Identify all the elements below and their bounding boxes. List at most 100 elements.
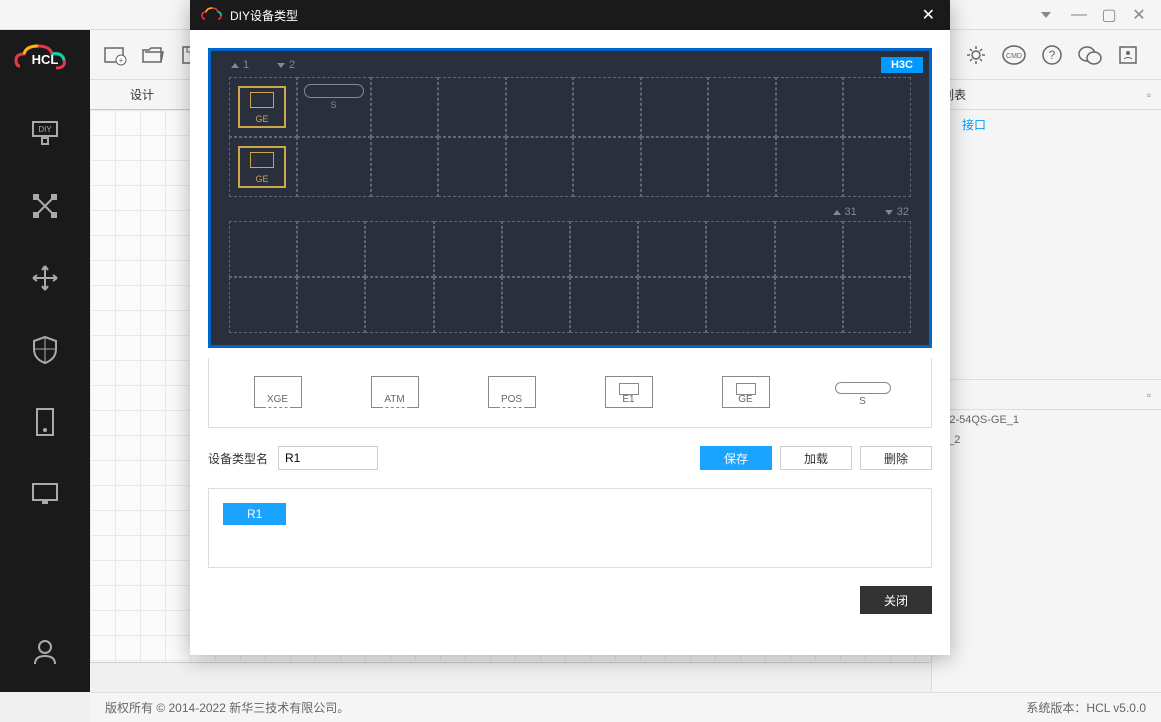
delete-button[interactable]: 删除 [860, 446, 932, 470]
dropdown-icon[interactable] [1041, 12, 1051, 18]
slot[interactable] [502, 277, 570, 333]
collapse-icon[interactable]: ▫ [1147, 88, 1151, 102]
save-button[interactable]: 保存 [700, 446, 772, 470]
user-icon[interactable] [25, 632, 65, 672]
palette-e1[interactable]: E1 [599, 376, 659, 410]
slot[interactable] [776, 137, 844, 197]
slot[interactable] [573, 77, 641, 137]
close-button[interactable]: 关闭 [860, 586, 932, 614]
slot[interactable] [434, 221, 502, 277]
palette-atm[interactable]: ATM [365, 376, 425, 410]
s-port[interactable]: S [304, 84, 364, 114]
wechat-icon[interactable] [1075, 40, 1105, 70]
slot[interactable] [506, 77, 574, 137]
slot[interactable] [775, 221, 843, 277]
help-icon[interactable]: ? [1037, 40, 1067, 70]
collapse-icon-2[interactable]: ▫ [1147, 388, 1151, 402]
: R1 [208, 488, 932, 568]
slot[interactable] [229, 277, 297, 333]
server-icon[interactable] [25, 402, 65, 442]
maximize-button[interactable]: ▢ [1097, 3, 1121, 27]
right-panel-header: 列表 ▫ [932, 80, 1161, 110]
copyright-text: 版权所有 © 2014-2022 新华三技术有限公司。 [105, 699, 349, 716]
slot[interactable] [229, 221, 297, 277]
slot[interactable] [708, 77, 776, 137]
slot[interactable] [502, 221, 570, 277]
slot[interactable]: S [297, 77, 371, 137]
right-panel-link-interface[interactable]: 接口 [932, 110, 1161, 139]
slot[interactable] [708, 137, 776, 197]
cmd-icon[interactable]: CMD [999, 40, 1029, 70]
slot[interactable] [641, 137, 709, 197]
palette-ge[interactable]: GE [716, 376, 776, 410]
feedback-icon[interactable] [1113, 40, 1143, 70]
slot[interactable] [297, 277, 365, 333]
h3c-badge: H3C [881, 57, 923, 73]
slot[interactable] [570, 277, 638, 333]
move-icon[interactable] [25, 258, 65, 298]
slot[interactable] [843, 277, 911, 333]
slot[interactable] [297, 221, 365, 277]
load-button[interactable]: 加载 [780, 446, 852, 470]
device-chassis: H3C 1 2 GE S GE 31 32 [208, 48, 932, 348]
slot[interactable] [573, 137, 641, 197]
ge-port[interactable]: GE [238, 86, 286, 128]
modal-titlebar: DIY设备类型 ✕ [190, 0, 950, 30]
nav-down-icon[interactable] [277, 63, 285, 68]
slot[interactable] [843, 137, 911, 197]
slot-nav-bottom: 31 32 [833, 206, 910, 218]
slot[interactable] [776, 77, 844, 137]
slot[interactable] [570, 221, 638, 277]
device-row-2[interactable]: 8_2 [932, 430, 1161, 450]
minimize-button[interactable]: — [1067, 3, 1091, 27]
slot[interactable] [434, 277, 502, 333]
slot[interactable]: GE [229, 137, 297, 197]
diy-icon[interactable]: DIY [25, 114, 65, 154]
tab-design[interactable]: 设计 [90, 80, 195, 109]
slot[interactable] [365, 221, 433, 277]
saved-device-item[interactable]: R1 [223, 503, 286, 525]
slot[interactable] [641, 77, 709, 137]
nav-up-icon[interactable] [833, 210, 841, 215]
app-logo: HCL [10, 38, 80, 78]
nav-down-icon[interactable] [885, 210, 893, 215]
ge-port[interactable]: GE [238, 146, 286, 188]
slot[interactable] [706, 277, 774, 333]
slot[interactable] [506, 137, 574, 197]
nav-up-icon[interactable] [231, 63, 239, 68]
slot[interactable] [365, 277, 433, 333]
shield-icon[interactable] [25, 330, 65, 370]
slot[interactable] [843, 77, 911, 137]
left-sidebar: HCL DIY [0, 30, 90, 692]
new-file-icon[interactable]: + [100, 40, 130, 70]
slot[interactable] [638, 221, 706, 277]
monitor-icon[interactable] [25, 474, 65, 514]
topology-icon[interactable] [25, 186, 65, 226]
slot[interactable]: GE [229, 77, 297, 137]
slot[interactable] [438, 137, 506, 197]
palette-pos[interactable]: POS [482, 376, 542, 410]
canvas-status-strip [90, 662, 931, 692]
close-window-button[interactable]: ✕ [1127, 3, 1151, 27]
slot[interactable] [371, 77, 439, 137]
right-panel: 列表 ▫ 接口 ▫ V2-54QS-GE_1 8_2 [931, 80, 1161, 692]
palette-s[interactable]: S [833, 378, 893, 407]
slot[interactable] [371, 137, 439, 197]
palette-xge[interactable]: XGE [248, 376, 308, 410]
slot[interactable] [438, 77, 506, 137]
slot[interactable] [775, 277, 843, 333]
slot[interactable] [638, 277, 706, 333]
slot[interactable] [843, 221, 911, 277]
slot-grid-bottom [229, 221, 911, 333]
device-name-label: 设备类型名 [208, 450, 268, 467]
version-text: 系统版本：HCL v5.0.0 [1026, 699, 1146, 716]
modal-close-button[interactable]: ✕ [917, 5, 940, 25]
open-file-icon[interactable] [138, 40, 168, 70]
settings-icon[interactable] [961, 40, 991, 70]
svg-text:CMD: CMD [1006, 53, 1022, 60]
device-row-1[interactable]: V2-54QS-GE_1 [932, 410, 1161, 430]
cloud-icon [200, 6, 222, 25]
device-name-input[interactable] [278, 446, 378, 470]
slot[interactable] [297, 137, 371, 197]
slot[interactable] [706, 221, 774, 277]
